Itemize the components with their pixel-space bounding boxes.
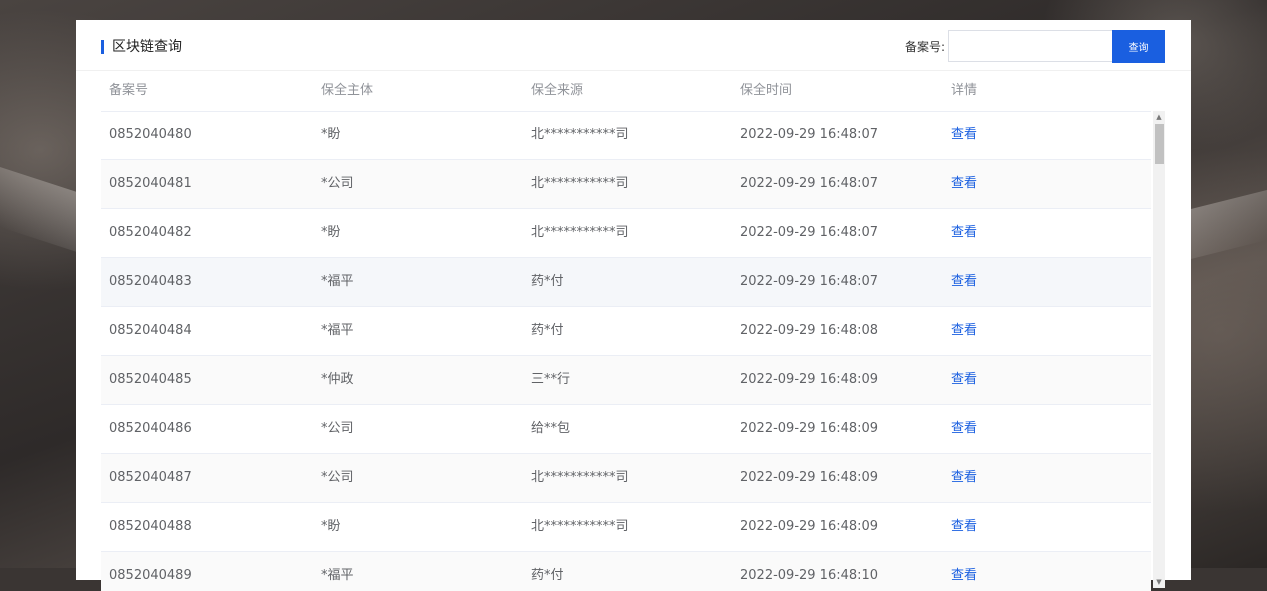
scroll-thumb[interactable] xyxy=(1155,124,1164,164)
column-header-id: 备案号 xyxy=(109,83,149,98)
view-detail-link[interactable]: 查看 xyxy=(951,454,977,502)
cell-id: 0852040485 xyxy=(109,372,192,387)
table-row: 0852040482 *盼 北***********司 2022-09-29 1… xyxy=(101,209,1151,258)
view-detail-link[interactable]: 查看 xyxy=(951,552,977,591)
cell-source: 给**包 xyxy=(531,421,571,436)
view-detail-link[interactable]: 查看 xyxy=(951,503,977,551)
column-header-detail: 详情 xyxy=(951,83,978,98)
cell-time: 2022-09-29 16:48:10 xyxy=(740,568,879,583)
view-detail-link[interactable]: 查看 xyxy=(951,160,977,208)
cell-source: 药*付 xyxy=(531,323,564,338)
cell-subject: *盼 xyxy=(321,519,341,534)
table-header: 备案号 保全主体 保全来源 保全时间 详情 xyxy=(101,71,1151,112)
table-scrollbar[interactable]: ▲ ▼ xyxy=(1153,111,1165,588)
cell-subject: *福平 xyxy=(321,274,354,289)
table-row: 0852040484 *福平 药*付 2022-09-29 16:48:08 查… xyxy=(101,307,1151,356)
view-detail-link[interactable]: 查看 xyxy=(951,356,977,404)
view-detail-link[interactable]: 查看 xyxy=(951,258,977,306)
cell-id: 0852040486 xyxy=(109,421,192,436)
search-input[interactable] xyxy=(948,30,1112,62)
cell-source: 北***********司 xyxy=(531,225,629,240)
cell-time: 2022-09-29 16:48:09 xyxy=(740,421,879,436)
cell-id: 0852040482 xyxy=(109,225,192,240)
cell-subject: *仲政 xyxy=(321,372,354,387)
table-row: 0852040486 *公司 给**包 2022-09-29 16:48:09 … xyxy=(101,405,1151,454)
cell-id: 0852040484 xyxy=(109,323,192,338)
panel-header: 区块链查询 备案号: 查询 xyxy=(76,20,1191,71)
title-marker xyxy=(101,40,104,54)
query-panel: 区块链查询 备案号: 查询 备案号 保全主体 保全来源 保全时间 详情 0852… xyxy=(76,20,1191,591)
panel-title: 区块链查询 xyxy=(112,39,182,55)
cell-subject: *福平 xyxy=(321,323,354,338)
cell-time: 2022-09-29 16:48:07 xyxy=(740,274,879,289)
cell-subject: *福平 xyxy=(321,568,354,583)
cell-subject: *盼 xyxy=(321,127,341,142)
cell-time: 2022-09-29 16:48:09 xyxy=(740,470,879,485)
search-label: 备案号: xyxy=(905,40,946,54)
cell-subject: *公司 xyxy=(321,470,354,485)
cell-subject: *公司 xyxy=(321,176,354,191)
cell-id: 0852040480 xyxy=(109,127,192,142)
cell-time: 2022-09-29 16:48:07 xyxy=(740,127,879,142)
view-detail-link[interactable]: 查看 xyxy=(951,111,977,159)
cell-subject: *盼 xyxy=(321,225,341,240)
view-detail-link[interactable]: 查看 xyxy=(951,209,977,257)
cell-time: 2022-09-29 16:48:08 xyxy=(740,323,879,338)
table-row: 0852040480 *盼 北***********司 2022-09-29 1… xyxy=(101,111,1151,160)
search-button[interactable]: 查询 xyxy=(1112,30,1165,63)
cell-time: 2022-09-29 16:48:07 xyxy=(740,225,879,240)
cell-source: 药*付 xyxy=(531,274,564,289)
cell-source: 北***********司 xyxy=(531,127,629,142)
cell-source: 三**行 xyxy=(531,372,571,387)
table-row: 0852040488 *盼 北***********司 2022-09-29 1… xyxy=(101,503,1151,552)
cell-source: 北***********司 xyxy=(531,176,629,191)
table-body: 0852040480 *盼 北***********司 2022-09-29 1… xyxy=(101,111,1151,591)
cell-time: 2022-09-29 16:48:09 xyxy=(740,372,879,387)
column-header-time: 保全时间 xyxy=(740,83,793,98)
cell-time: 2022-09-29 16:48:07 xyxy=(740,176,879,191)
view-detail-link[interactable]: 查看 xyxy=(951,307,977,355)
table-row: 0852040481 *公司 北***********司 2022-09-29 … xyxy=(101,160,1151,209)
cell-id: 0852040489 xyxy=(109,568,192,583)
table-row: 0852040489 *福平 药*付 2022-09-29 16:48:10 查… xyxy=(101,552,1151,591)
cell-id: 0852040481 xyxy=(109,176,192,191)
table-row: 0852040487 *公司 北***********司 2022-09-29 … xyxy=(101,454,1151,503)
cell-time: 2022-09-29 16:48:09 xyxy=(740,519,879,534)
view-detail-link[interactable]: 查看 xyxy=(951,405,977,453)
cell-id: 0852040483 xyxy=(109,274,192,289)
triangle-down-icon[interactable]: ▼ xyxy=(1153,576,1165,588)
cell-source: 北***********司 xyxy=(531,470,629,485)
column-header-subject: 保全主体 xyxy=(321,83,374,98)
column-header-source: 保全来源 xyxy=(531,83,584,98)
cell-id: 0852040488 xyxy=(109,519,192,534)
triangle-up-icon[interactable]: ▲ xyxy=(1153,111,1165,123)
cell-id: 0852040487 xyxy=(109,470,192,485)
cell-source: 北***********司 xyxy=(531,519,629,534)
cell-subject: *公司 xyxy=(321,421,354,436)
cell-source: 药*付 xyxy=(531,568,564,583)
table-row: 0852040485 *仲政 三**行 2022-09-29 16:48:09 … xyxy=(101,356,1151,405)
table-row: 0852040483 *福平 药*付 2022-09-29 16:48:07 查… xyxy=(101,258,1151,307)
